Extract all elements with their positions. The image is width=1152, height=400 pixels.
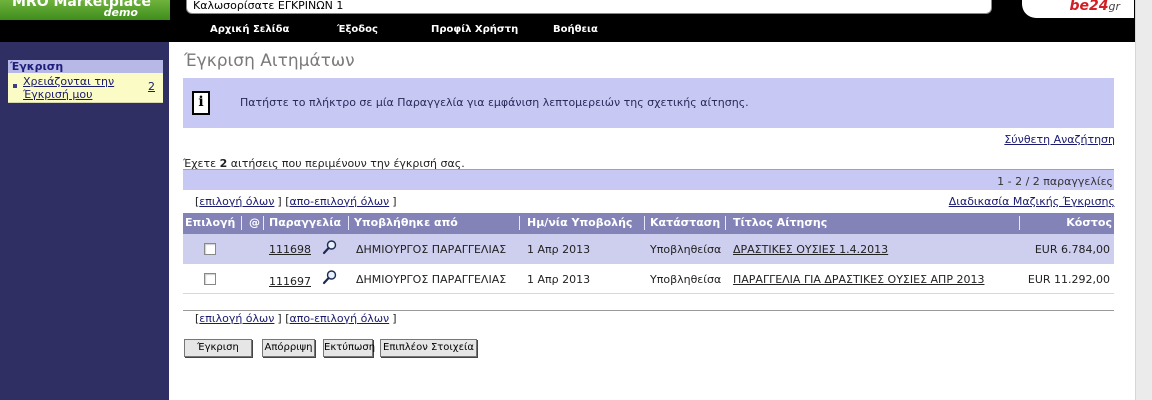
col-cost[interactable]: Κόστος: [1066, 216, 1112, 229]
row-date: 1 Απρ 2013: [527, 273, 591, 286]
reject-button[interactable]: Απόρριψη: [262, 339, 315, 357]
row-checkbox[interactable]: [204, 243, 216, 255]
col-separator: [241, 216, 242, 230]
col-separator: [263, 216, 264, 230]
selection-links-bottom: [επιλογή όλων] [απο-επιλογή όλων]: [195, 312, 397, 325]
pager-text: 1 - 2 / 2 παραγγελίες: [997, 175, 1113, 188]
deselect-all-link[interactable]: απο-επιλογή όλων: [290, 195, 390, 208]
welcome-message: Καλωσορίσατε ΕΓΚΡΙΝΩΝ 1: [186, 0, 992, 14]
window-scrollbar[interactable]: [1135, 0, 1152, 400]
selection-links-top: [επιλογή όλων] [απο-επιλογή όλων]: [195, 195, 397, 208]
sidebar-title: Έγκριση: [8, 60, 163, 73]
nav-logout[interactable]: Έξοδος: [337, 24, 378, 35]
order-link[interactable]: 111697: [269, 275, 311, 288]
row-submitted-by: ΔΗΜΙΟΥΡΓΟΣ ΠΑΡΑΓΓΕΛΙΑΣ: [356, 243, 507, 256]
sidebar-item-count[interactable]: 2: [148, 80, 155, 93]
info-icon: i: [192, 91, 210, 115]
app-tag: demo: [103, 6, 138, 19]
brand-main: be24: [1069, 0, 1109, 14]
main-nav: Αρχική Σελίδα Έξοδος Προφίλ Χρήστη Βοήθε…: [0, 20, 1135, 42]
brand-logo: be24gr: [1022, 0, 1134, 18]
col-separator: [519, 216, 520, 230]
approval-menu: Έγκριση Χρειάζονται την Έγκρισή μου 2: [8, 60, 163, 152]
row-cost: EUR 6.784,00: [1034, 243, 1110, 256]
orders-table: Επιλογή @ Παραγγελία Υποβλήθηκε από Ημ/ν…: [183, 213, 1114, 294]
sidebar: Έγκριση Χρειάζονται την Έγκρισή μου 2: [0, 42, 169, 400]
app-logo[interactable]: MRO Marketplace demo: [0, 0, 170, 20]
row-submitted-by: ΔΗΜΙΟΥΡΓΟΣ ΠΑΡΑΓΓΕΛΙΑΣ: [356, 273, 507, 286]
col-separator: [1019, 216, 1020, 230]
bulk-approval-link[interactable]: Διαδικασία Μαζικής Έγκρισης: [949, 195, 1115, 208]
nav-help[interactable]: Βοήθεια: [553, 24, 598, 35]
request-title-link[interactable]: ΠΑΡΑΓΓΕΛΙΑ ΓΙΑ ΔΡΑΣΤΙΚΕΣ ΟΥΣΙΕΣ ΑΠΡ 2013: [733, 273, 984, 286]
row-cost: EUR 11.292,00: [1027, 273, 1110, 286]
brand-tail: gr: [1108, 0, 1120, 13]
row-checkbox[interactable]: [204, 273, 216, 285]
row-date: 1 Απρ 2013: [527, 243, 591, 256]
col-separator: [644, 216, 645, 230]
page-title: Έγκριση Αιτημάτων: [184, 51, 355, 71]
col-submitted-by[interactable]: Υποβλήθηκε από: [354, 216, 458, 229]
sidebar-item-needs-approval[interactable]: Χρειάζονται την Έγκρισή μου 2: [8, 73, 163, 103]
col-separator: [725, 216, 726, 230]
table-header: Επιλογή @ Παραγγελία Υποβλήθηκε από Ημ/ν…: [183, 213, 1114, 234]
order-link[interactable]: 111698: [269, 243, 311, 256]
magnifier-icon[interactable]: [322, 239, 338, 255]
col-title[interactable]: Τίτλος Αίτησης: [733, 216, 827, 229]
table-row: 111698 ΔΗΜΙΟΥΡΓΟΣ ΠΑΡΑΓΓΕΛΙΑΣ 1 Απρ 2013…: [183, 234, 1114, 264]
row-status: Υποβληθείσα: [650, 243, 722, 256]
select-all-link[interactable]: επιλογή όλων: [199, 195, 274, 208]
info-text: Πατήστε το πλήκτρο σε μία Παραγγελία για…: [240, 96, 749, 109]
col-status[interactable]: Κατάσταση: [650, 216, 720, 229]
select-all-link[interactable]: επιλογή όλων: [199, 312, 274, 325]
approve-button[interactable]: Έγκριση: [184, 339, 252, 357]
row-status: Υποβληθείσα: [650, 273, 722, 286]
col-separator: [348, 216, 349, 230]
table-row: 111697 ΔΗΜΙΟΥΡΓΟΣ ΠΑΡΑΓΓΕΛΙΑΣ 1 Απρ 2013…: [183, 264, 1114, 294]
attachment-icon: @: [249, 216, 260, 229]
sidebar-item-label[interactable]: Χρειάζονται την Έγκρισή μου: [23, 75, 131, 101]
table-divider: [183, 310, 1114, 311]
col-select: Επιλογή: [185, 216, 236, 229]
nav-home[interactable]: Αρχική Σελίδα: [210, 24, 289, 35]
col-order[interactable]: Παραγγελία: [269, 216, 341, 229]
info-panel: i Πατήστε το πλήκτρο σε μία Παραγγελία γ…: [183, 78, 1114, 128]
print-button[interactable]: Εκτύπωση: [323, 339, 375, 357]
deselect-all-link[interactable]: απο-επιλογή όλων: [290, 312, 390, 325]
nav-user-profile[interactable]: Προφίλ Χρήστη: [431, 24, 518, 35]
request-title-link[interactable]: ΔΡΑΣΤΙΚΕΣ ΟΥΣΙΕΣ 1.4.2013: [733, 243, 888, 256]
col-date[interactable]: Ημ/νία Υποβολής: [527, 216, 632, 229]
advanced-search-link[interactable]: Σύνθετη Αναζήτηση: [1004, 133, 1115, 146]
bullet-icon: [13, 84, 17, 88]
magnifier-icon[interactable]: [322, 269, 338, 285]
pager-bar: 1 - 2 / 2 παραγγελίες: [183, 169, 1114, 190]
more-details-button[interactable]: Επιπλέον Στοιχεία: [380, 339, 477, 357]
